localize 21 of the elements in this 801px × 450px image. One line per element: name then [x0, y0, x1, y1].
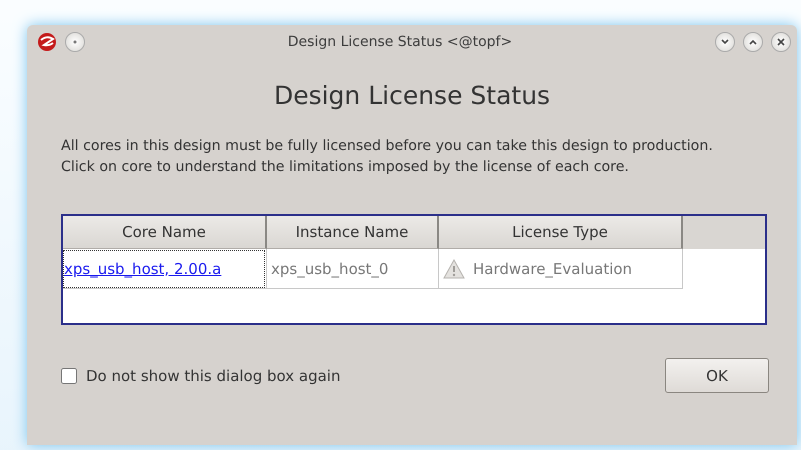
close-button[interactable]: [771, 32, 791, 52]
chevron-down-icon: [720, 38, 730, 46]
close-icon: [776, 37, 786, 47]
app-logo-icon: [37, 32, 57, 52]
column-header[interactable]: Core Name: [63, 216, 267, 249]
column-header[interactable]: License Type: [439, 216, 683, 249]
dont-show-checkbox[interactable]: [61, 368, 77, 384]
core-link[interactable]: xps_usb_host, 2.00.a: [63, 250, 265, 288]
dot-icon: [73, 40, 77, 44]
chevron-up-icon: [748, 38, 758, 46]
checkbox-label: Do not show this dialog box again: [86, 366, 342, 384]
column-header[interactable]: Instance Name: [267, 216, 439, 249]
minimize-button[interactable]: [715, 32, 735, 52]
maximize-button[interactable]: [743, 32, 763, 52]
warning-icon: [443, 258, 465, 278]
window-title: Design License Status <@topf>: [286, 34, 514, 50]
dialog-heading: Design License Status: [272, 81, 552, 110]
table-cell: Hardware_Evaluation: [439, 249, 683, 289]
ok-button[interactable]: OK: [665, 358, 769, 393]
table-cell: xps_usb_host_0: [267, 249, 439, 289]
description-text: All cores in this design must be fully licensed before you can take this design to production. Click on core to understand the limitations imposed by the license of each core.: [61, 137, 714, 177]
